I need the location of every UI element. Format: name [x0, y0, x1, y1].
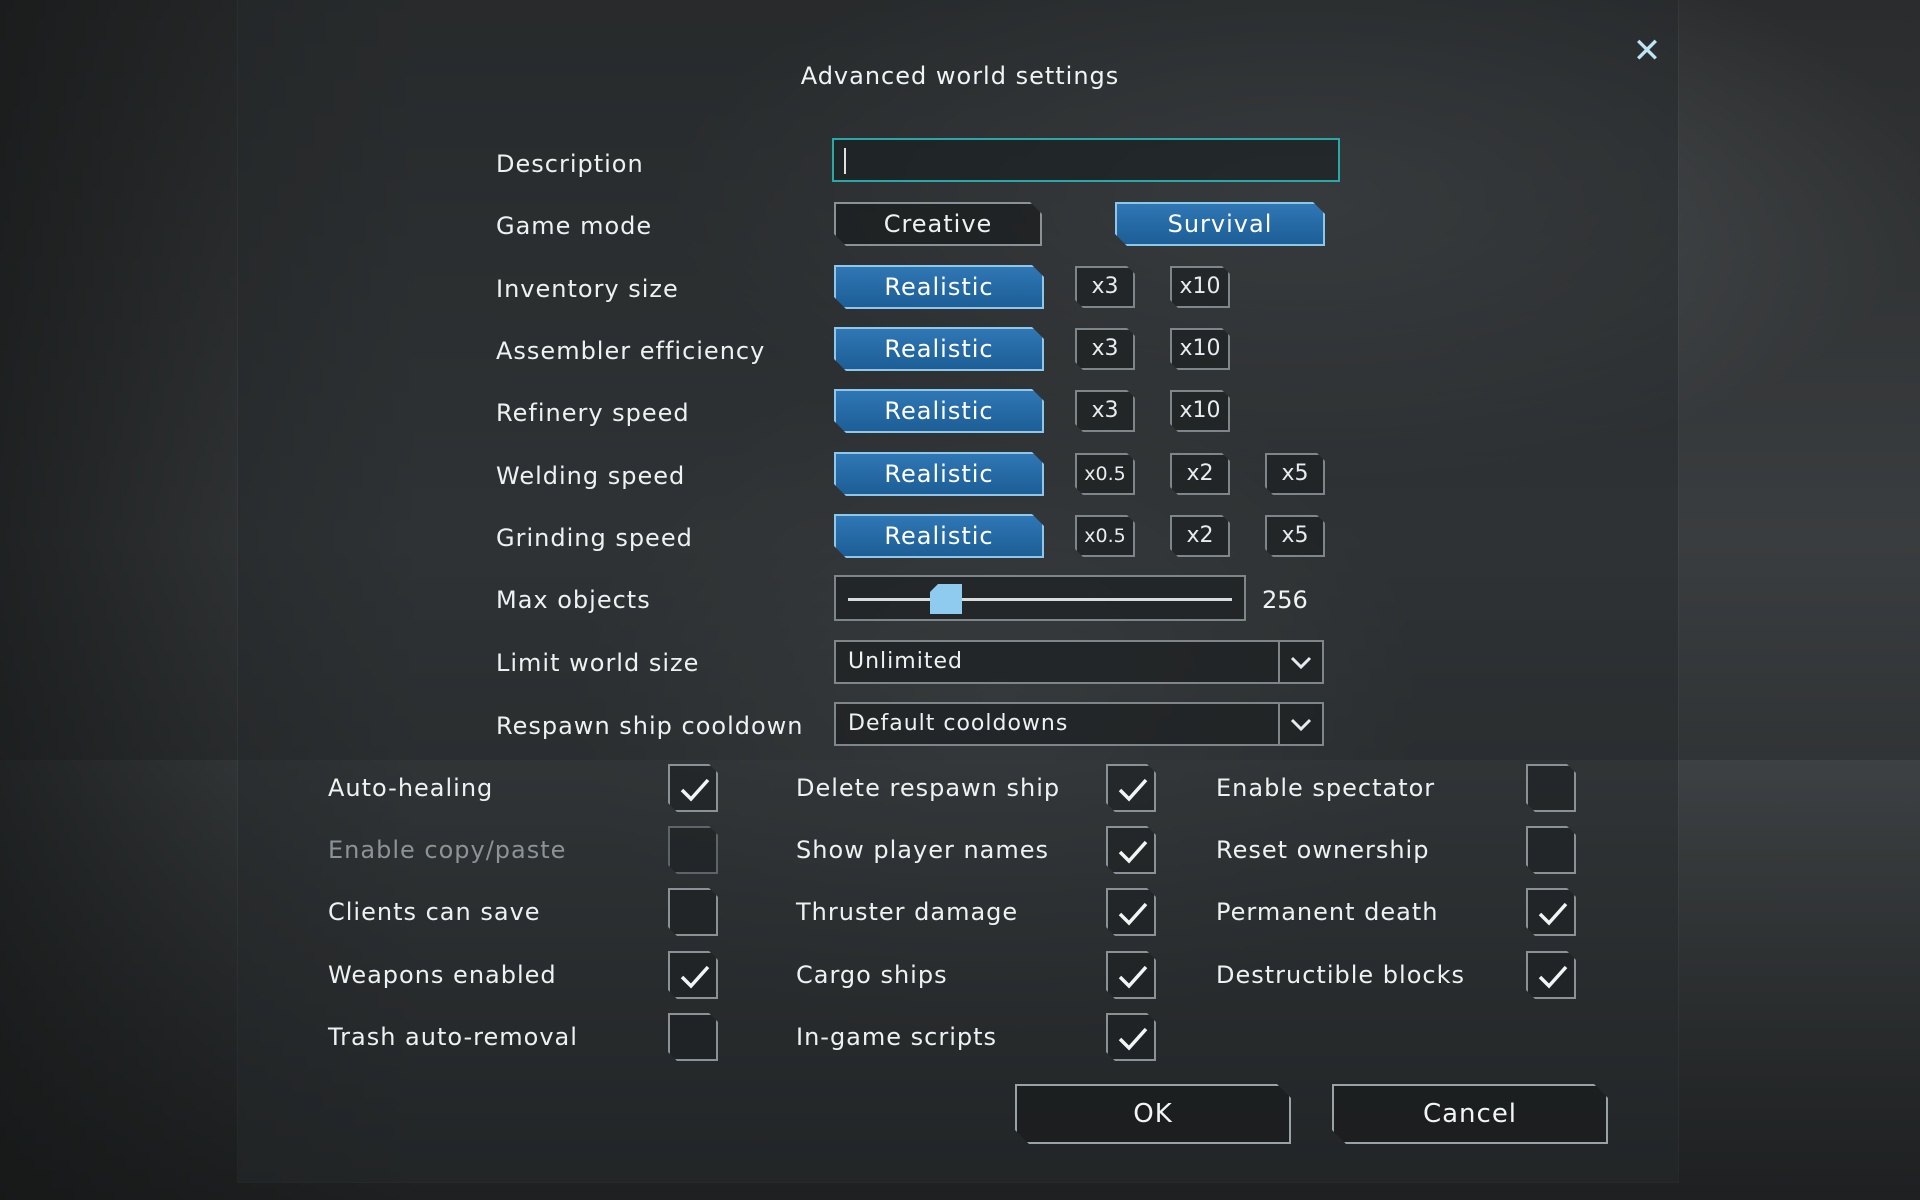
checkmark-icon: [679, 962, 711, 992]
auto-healing-label: Auto-healing: [328, 774, 494, 802]
destructible-blocks-checkbox[interactable]: [1526, 951, 1576, 999]
slider-track: [848, 598, 1232, 601]
grinding-speed-label: Grinding speed: [496, 524, 693, 552]
checkmark-icon: [1117, 775, 1149, 805]
respawn-ship-cooldown-label: Respawn ship cooldown: [496, 712, 804, 740]
delete-respawn-ship-label: Delete respawn ship: [796, 774, 1061, 802]
welding-speed-realistic-button[interactable]: Realistic: [834, 452, 1044, 496]
thruster-damage-checkbox[interactable]: [1106, 888, 1156, 936]
dialog-title: Advanced world settings: [800, 62, 1120, 90]
welding-speed-x2-button[interactable]: x2: [1170, 453, 1230, 495]
in-game-scripts-label: In-game scripts: [796, 1023, 998, 1051]
chevron-down-icon[interactable]: [1278, 642, 1322, 682]
chevron-down-icon[interactable]: [1278, 704, 1322, 744]
enable-copy-paste-label: Enable copy/paste: [328, 836, 567, 864]
grinding-speed-x2-button[interactable]: x2: [1170, 515, 1230, 557]
refinery-speed-realistic-button[interactable]: Realistic: [834, 389, 1044, 433]
checkmark-icon: [679, 775, 711, 805]
show-player-names-checkbox[interactable]: [1106, 826, 1156, 874]
thruster-damage-label: Thruster damage: [796, 898, 1019, 926]
permanent-death-label: Permanent death: [1216, 898, 1439, 926]
assembler-efficiency-realistic-button[interactable]: Realistic: [834, 327, 1044, 371]
checkmark-icon: [1117, 1024, 1149, 1054]
checkmark-icon: [1117, 962, 1149, 992]
game-mode-survival-button[interactable]: Survival: [1115, 202, 1325, 246]
in-game-scripts-checkbox[interactable]: [1106, 1013, 1156, 1061]
limit-world-size-label: Limit world size: [496, 649, 700, 677]
checkmark-icon: [1117, 837, 1149, 867]
welding-speed-label: Welding speed: [496, 462, 686, 490]
inventory-size-label: Inventory size: [496, 275, 679, 303]
max-objects-value: 256: [1262, 586, 1308, 614]
game-mode-creative-button[interactable]: Creative: [834, 202, 1042, 246]
checkmark-icon: [1537, 899, 1569, 929]
checkmark-icon: [1537, 962, 1569, 992]
show-player-names-label: Show player names: [796, 836, 1050, 864]
cancel-button[interactable]: Cancel: [1332, 1084, 1608, 1144]
clients-can-save-label: Clients can save: [328, 898, 541, 926]
description-input[interactable]: [832, 138, 1340, 182]
permanent-death-checkbox[interactable]: [1526, 888, 1576, 936]
reset-ownership-label: Reset ownership: [1216, 836, 1430, 864]
refinery-speed-x3-button[interactable]: x3: [1075, 390, 1135, 432]
limit-world-size-value: Unlimited: [848, 649, 963, 674]
enable-spectator-checkbox[interactable]: [1526, 764, 1576, 812]
grinding-speed-x5-button[interactable]: x5: [1265, 515, 1325, 557]
cargo-ships-label: Cargo ships: [796, 961, 948, 989]
grinding-speed-realistic-button[interactable]: Realistic: [834, 514, 1044, 558]
inventory-size-realistic-button[interactable]: Realistic: [834, 265, 1044, 309]
inventory-size-x10-button[interactable]: x10: [1170, 266, 1230, 308]
assembler-efficiency-label: Assembler efficiency: [496, 337, 766, 365]
ok-button[interactable]: OK: [1015, 1084, 1291, 1144]
respawn-ship-cooldown-select[interactable]: Default cooldowns: [834, 702, 1324, 746]
auto-healing-checkbox[interactable]: [668, 764, 718, 812]
weapons-enabled-label: Weapons enabled: [328, 961, 557, 989]
trash-auto-removal-checkbox[interactable]: [668, 1013, 718, 1061]
welding-speed-x5-button[interactable]: x5: [1265, 453, 1325, 495]
refinery-speed-label: Refinery speed: [496, 399, 690, 427]
welding-speed-x0-5-button[interactable]: x0.5: [1075, 453, 1135, 495]
limit-world-size-select[interactable]: Unlimited: [834, 640, 1324, 684]
enable-copy-paste-checkbox[interactable]: [668, 826, 718, 874]
destructible-blocks-label: Destructible blocks: [1216, 961, 1465, 989]
reset-ownership-checkbox[interactable]: [1526, 826, 1576, 874]
enable-spectator-label: Enable spectator: [1216, 774, 1436, 802]
cargo-ships-checkbox[interactable]: [1106, 951, 1156, 999]
assembler-efficiency-x10-button[interactable]: x10: [1170, 328, 1230, 370]
respawn-ship-cooldown-value: Default cooldowns: [848, 711, 1069, 736]
game-mode-label: Game mode: [496, 212, 653, 240]
weapons-enabled-checkbox[interactable]: [668, 951, 718, 999]
delete-respawn-ship-checkbox[interactable]: [1106, 764, 1156, 812]
checkmark-icon: [1117, 899, 1149, 929]
description-label: Description: [496, 150, 644, 178]
grinding-speed-x0-5-button[interactable]: x0.5: [1075, 515, 1135, 557]
max-objects-slider[interactable]: [834, 575, 1246, 621]
inventory-size-x3-button[interactable]: x3: [1075, 266, 1135, 308]
refinery-speed-x10-button[interactable]: x10: [1170, 390, 1230, 432]
slider-thumb[interactable]: [930, 584, 962, 614]
text-caret: [844, 148, 846, 174]
trash-auto-removal-label: Trash auto-removal: [328, 1023, 578, 1051]
clients-can-save-checkbox[interactable]: [668, 888, 718, 936]
assembler-efficiency-x3-button[interactable]: x3: [1075, 328, 1135, 370]
max-objects-label: Max objects: [496, 586, 651, 614]
